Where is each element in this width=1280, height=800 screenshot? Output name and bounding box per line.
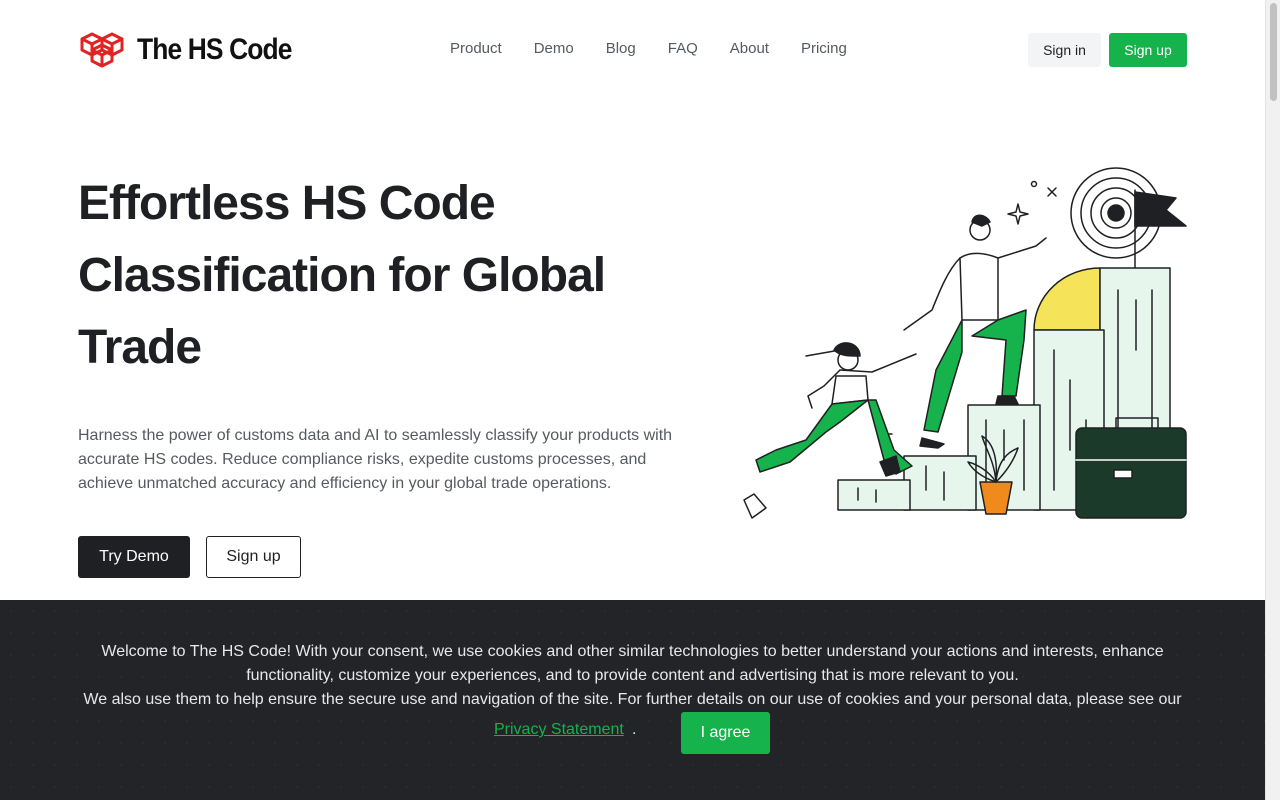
cubes-logo-icon — [80, 32, 124, 68]
climbing-growth-illustration — [743, 167, 1187, 519]
cookie-consent-text: Welcome to The HS Code! With your consen… — [101, 643, 1164, 684]
sign-up-button-hero[interactable]: Sign up — [206, 536, 301, 578]
try-demo-button[interactable]: Try Demo — [78, 536, 190, 578]
scrollbar-thumb[interactable] — [1270, 3, 1277, 101]
nav-faq[interactable]: FAQ — [668, 40, 698, 57]
cookie-details-text: We also use them to help ensure the secu… — [83, 691, 1182, 708]
cookie-banner: Welcome to The HS Code! With your consen… — [0, 600, 1265, 800]
sign-in-button[interactable]: Sign in — [1028, 33, 1101, 67]
page-scrollbar[interactable] — [1265, 0, 1280, 800]
privacy-statement-link[interactable]: Privacy Statement — [494, 721, 624, 739]
hero-title: Effortless HS Code Classification for Gl… — [78, 177, 606, 374]
cookie-period: . — [632, 721, 637, 738]
logo-text: The HS Code — [137, 33, 292, 66]
hero-description: Harness the power of customs data and AI… — [78, 427, 673, 492]
nav-about[interactable]: About — [730, 40, 769, 57]
agree-button[interactable]: I agree — [681, 712, 770, 754]
main-nav: Product Demo Blog FAQ About Pricing — [450, 40, 879, 57]
sign-up-button-header[interactable]: Sign up — [1109, 33, 1187, 67]
nav-product[interactable]: Product — [450, 40, 502, 57]
logo[interactable]: The HS Code — [78, 30, 313, 70]
nav-pricing[interactable]: Pricing — [801, 40, 847, 57]
nav-demo[interactable]: Demo — [534, 40, 574, 57]
nav-blog[interactable]: Blog — [606, 40, 636, 57]
